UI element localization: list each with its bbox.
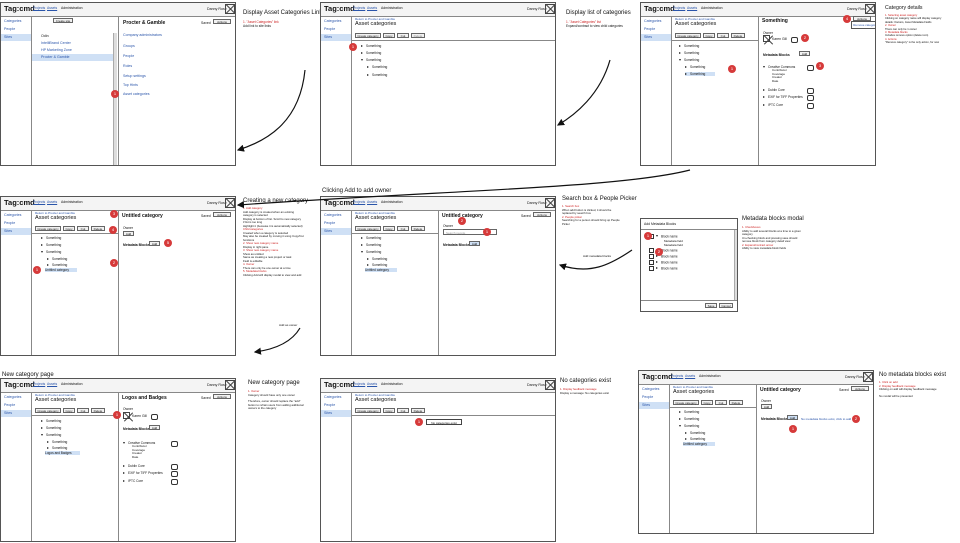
flow-arrow [236,69,306,152]
flow-arrows [236,59,691,355]
flow-arrow [253,327,301,355]
arrow-label-add-owner: Add as owner [279,323,298,327]
flow-arrow [236,169,691,209]
flow-arrow [558,249,633,271]
flow-arrow [556,59,611,126]
arrow-label-add-metadata: Add metadata blocks [583,254,612,258]
